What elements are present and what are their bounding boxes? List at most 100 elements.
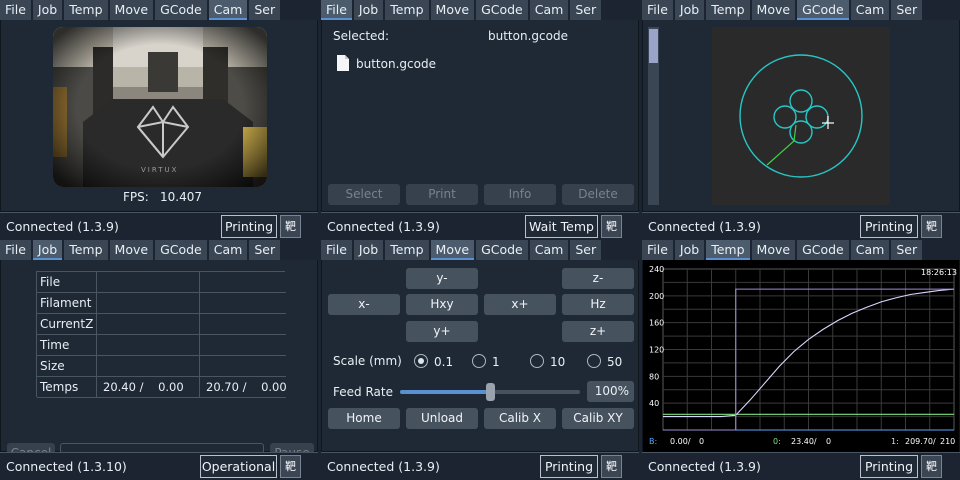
printer-state-button[interactable]: Printing — [540, 455, 598, 478]
tab-file[interactable]: File — [642, 240, 673, 260]
tab-temp[interactable]: Temp — [64, 240, 108, 260]
tab-job[interactable]: Job — [32, 240, 63, 260]
tab-move[interactable]: Move — [109, 0, 154, 20]
tab-gcode[interactable]: GCode — [155, 0, 207, 20]
camera-scene — [53, 27, 267, 187]
printer-state-button[interactable]: Wait Temp — [525, 215, 598, 238]
tab-gcode[interactable]: GCode — [797, 240, 849, 260]
feed-rate-slider[interactable] — [400, 383, 580, 401]
x-plus-button[interactable]: x+ — [484, 294, 556, 315]
bed-temp-target: 0 — [699, 437, 704, 446]
extruder1-temp-target: 210 — [940, 437, 955, 446]
printer-state-button[interactable]: Printing — [221, 215, 277, 238]
tab-cam[interactable]: Cam — [850, 0, 890, 20]
tab-job[interactable]: Job — [674, 240, 705, 260]
tab-move[interactable]: Move — [430, 240, 475, 260]
camera-image: VIRTUX — [53, 27, 267, 187]
gcode-preview — [712, 27, 890, 205]
tab-file[interactable]: File — [0, 240, 31, 260]
layer-slider-handle[interactable] — [649, 29, 658, 63]
layer-slider[interactable] — [648, 27, 659, 205]
calib-xy-button[interactable]: Calib XY — [562, 408, 634, 429]
gcode-content — [642, 20, 960, 212]
printer-state-button[interactable]: Printing — [860, 455, 918, 478]
tab-gcode[interactable]: GCode — [797, 0, 849, 20]
tab-cam[interactable]: Cam — [208, 0, 248, 20]
tab-temp[interactable]: Temp — [706, 240, 750, 260]
tab-temp[interactable]: Temp — [64, 0, 108, 20]
tab-ser[interactable]: Ser — [570, 0, 602, 20]
lock-icon-button[interactable]: 靶 — [921, 215, 942, 238]
tab-file[interactable]: File — [321, 240, 352, 260]
tab-temp[interactable]: Temp — [706, 0, 750, 20]
tab-gcode[interactable]: GCode — [476, 240, 528, 260]
y-tick-label: 120 — [649, 346, 664, 355]
table-row: Filament — [37, 293, 286, 314]
tab-job[interactable]: Job — [353, 0, 384, 20]
tab-temp[interactable]: Temp — [385, 240, 429, 260]
tab-ser[interactable]: Ser — [249, 240, 281, 260]
tab-move[interactable]: Move — [430, 0, 475, 20]
tab-ser[interactable]: Ser — [570, 240, 602, 260]
scale-radio-0-1[interactable] — [414, 354, 428, 368]
delete-button[interactable]: Delete — [562, 184, 634, 205]
x-minus-button[interactable]: x- — [328, 294, 400, 315]
printer-state-button[interactable]: Operational — [200, 455, 277, 478]
tab-temp[interactable]: Temp — [385, 0, 429, 20]
temps-extruder-1: 20.70 / 0.00 — [206, 380, 287, 394]
lock-icon-button[interactable]: 靶 — [921, 455, 942, 478]
tab-ser[interactable]: Ser — [891, 0, 923, 20]
camera-image-caption: VIRTUX — [141, 166, 179, 174]
tabbar-file: File Job Temp Move GCode Cam Ser — [321, 0, 639, 20]
tab-move[interactable]: Move — [751, 0, 796, 20]
z-plus-button[interactable]: z+ — [562, 321, 634, 342]
scale-option-50: 50 — [607, 355, 623, 369]
printer-state-button[interactable]: Printing — [860, 215, 918, 238]
statusbar-move: Connected (1.3.9) Printing 靶 — [321, 452, 639, 478]
scale-radio-1[interactable] — [472, 354, 486, 368]
lock-icon-button[interactable]: 靶 — [280, 455, 301, 478]
tab-cam[interactable]: Cam — [529, 240, 569, 260]
tab-move[interactable]: Move — [751, 240, 796, 260]
y-minus-button[interactable]: y- — [406, 268, 478, 289]
tab-ser[interactable]: Ser — [249, 0, 281, 20]
statusbar-cam: Connected (1.3.9) Printing 靶 — [0, 212, 318, 238]
y-plus-button[interactable]: y+ — [406, 321, 478, 342]
calib-x-button[interactable]: Calib X — [484, 408, 556, 429]
tab-cam[interactable]: Cam — [850, 240, 890, 260]
tab-move[interactable]: Move — [109, 240, 154, 260]
connection-status: Connected (1.3.10) — [6, 459, 127, 474]
statusbar-temp: Connected (1.3.9) Printing 靶 — [642, 452, 960, 478]
scale-option-1: 1 — [492, 355, 500, 369]
z-minus-button[interactable]: z- — [562, 268, 634, 289]
tab-cam[interactable]: Cam — [208, 240, 248, 260]
feed-rate-value[interactable]: 100% — [587, 381, 634, 402]
home-xy-button[interactable]: Hxy — [406, 294, 478, 315]
tab-job[interactable]: Job — [353, 240, 384, 260]
extruder0-temp-value: 23.40/ — [791, 437, 817, 446]
tab-gcode[interactable]: GCode — [155, 240, 207, 260]
lock-icon-button[interactable]: 靶 — [280, 215, 301, 238]
tab-cam[interactable]: Cam — [529, 0, 569, 20]
tab-ser[interactable]: Ser — [891, 240, 923, 260]
unload-button[interactable]: Unload — [406, 408, 478, 429]
home-z-button[interactable]: Hz — [562, 294, 634, 315]
home-button[interactable]: Home — [328, 408, 400, 429]
lock-icon-button[interactable]: 靶 — [601, 215, 622, 238]
statusbar-job: Connected (1.3.10) Operational 靶 — [0, 452, 318, 478]
feed-rate-handle[interactable] — [485, 383, 495, 401]
tabbar-job: File Job Temp Move GCode Cam Ser — [0, 240, 318, 260]
file-list-item[interactable]: button.gcode — [334, 54, 534, 72]
tab-job[interactable]: Job — [674, 0, 705, 20]
scale-radio-50[interactable] — [587, 354, 601, 368]
tab-file[interactable]: File — [321, 0, 352, 20]
select-button[interactable]: Select — [328, 184, 400, 205]
tab-gcode[interactable]: GCode — [476, 0, 528, 20]
info-button[interactable]: Info — [484, 184, 556, 205]
tab-file[interactable]: File — [642, 0, 673, 20]
lock-icon-button[interactable]: 靶 — [601, 455, 622, 478]
scale-radio-10[interactable] — [530, 354, 544, 368]
print-button[interactable]: Print — [406, 184, 478, 205]
tab-job[interactable]: Job — [32, 0, 63, 20]
tab-file[interactable]: File — [0, 0, 31, 20]
